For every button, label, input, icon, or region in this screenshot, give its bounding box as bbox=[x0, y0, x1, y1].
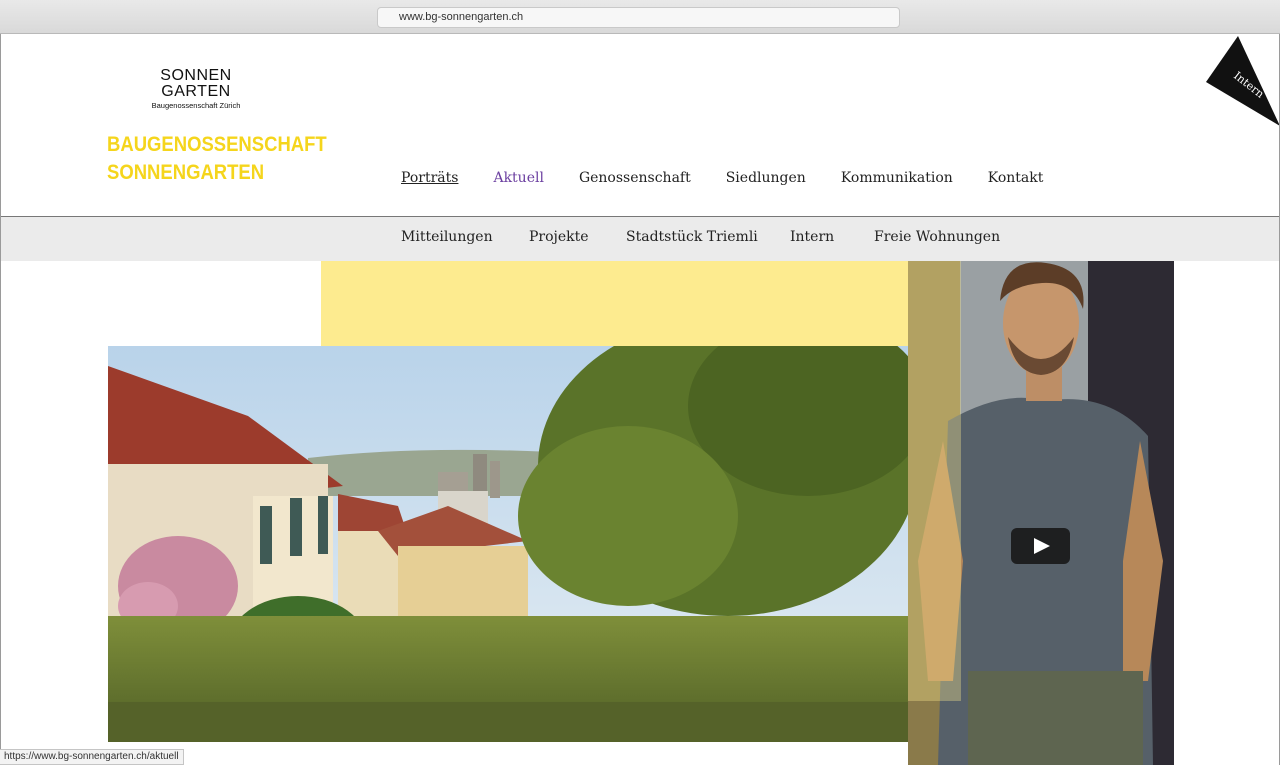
browser-toolbar: www.bg-sonnengarten.ch bbox=[0, 0, 1280, 34]
logo-line-sonnen: SONNEN bbox=[160, 67, 232, 84]
status-bar-url: https://www.bg-sonnengarten.ch/aktuell bbox=[0, 749, 184, 765]
hero-video[interactable] bbox=[908, 261, 1174, 765]
video-yellow-overlay bbox=[908, 261, 961, 701]
video-play-button[interactable] bbox=[1011, 528, 1070, 564]
address-bar[interactable]: www.bg-sonnengarten.ch bbox=[377, 7, 900, 28]
nav-portraets[interactable]: Porträts bbox=[401, 170, 458, 186]
sub-navigation: Mitteilungen Projekte Stadtstück Triemli… bbox=[1, 217, 1279, 261]
nav-aktuell[interactable]: Aktuell bbox=[493, 170, 543, 186]
subnav-mitteilungen[interactable]: Mitteilungen bbox=[401, 229, 493, 245]
nav-kontakt[interactable]: Kontakt bbox=[988, 170, 1044, 186]
subnav-freie-wohnungen[interactable]: Freie Wohnungen bbox=[874, 229, 1000, 245]
nav-genossenschaft[interactable]: Genossenschaft bbox=[579, 170, 691, 186]
site-logo[interactable]: SONNEN GARTEN Baugenossenschaft Zürich bbox=[146, 68, 246, 111]
nav-siedlungen[interactable]: Siedlungen bbox=[726, 170, 806, 186]
logo-line-garten: GARTEN bbox=[161, 83, 231, 100]
brand-line-2: SONNENGARTEN bbox=[107, 161, 265, 184]
hero-photo-illustration bbox=[108, 346, 908, 742]
subnav-projekte[interactable]: Projekte bbox=[529, 229, 589, 245]
subnav-intern[interactable]: Intern bbox=[790, 229, 834, 245]
web-page: SONNEN GARTEN Baugenossenschaft Zürich B… bbox=[0, 34, 1280, 765]
nav-kommunikation[interactable]: Kommunikation bbox=[841, 170, 953, 186]
yellow-accent-block bbox=[321, 261, 908, 347]
brand-line-1: BAUGENOSSENSCHAFT bbox=[107, 133, 327, 156]
subnav-stadtstueck-triemli[interactable]: Stadtstück Triemli bbox=[626, 229, 758, 245]
logo-subtitle: Baugenossenschaft Zürich bbox=[151, 101, 241, 110]
main-navigation: Porträts Aktuell Genossenschaft Siedlung… bbox=[401, 170, 1043, 186]
brand-title: BAUGENOSSENSCHAFT SONNENGARTEN bbox=[107, 131, 327, 187]
intern-corner-link[interactable]: Intern bbox=[1206, 36, 1280, 126]
hero-photo bbox=[108, 346, 908, 742]
